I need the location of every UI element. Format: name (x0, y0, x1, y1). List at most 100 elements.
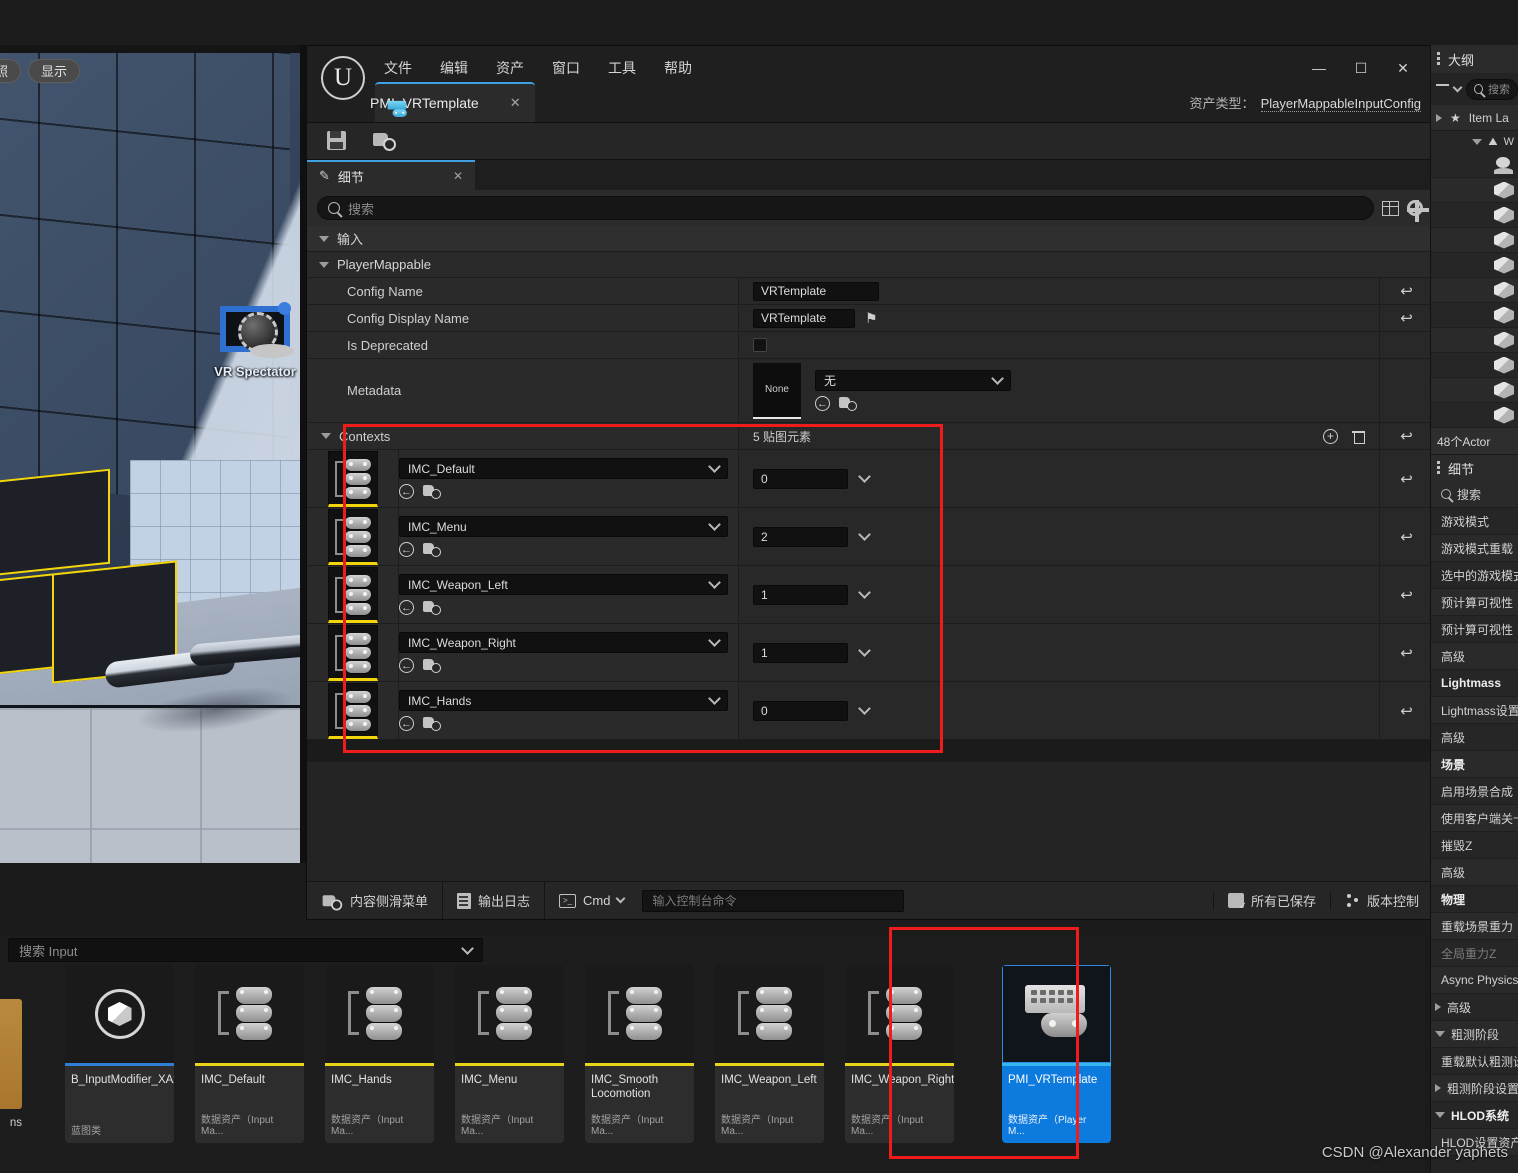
asset-tile-imc-weapon-right[interactable]: IMC_Weapon_Right 数据资产（Input Ma... (845, 965, 954, 1143)
right-prop-row[interactable]: 高级 (1431, 859, 1518, 886)
context-priority-input[interactable]: 1 (753, 584, 848, 605)
chevron-down-icon[interactable] (461, 941, 474, 955)
menu-help[interactable]: 帮助 (655, 55, 701, 81)
imc-icon[interactable] (327, 566, 378, 623)
outliner-search-input[interactable]: 搜索 (1466, 78, 1518, 100)
maximize-button[interactable]: ☐ (1341, 54, 1381, 82)
imc-icon[interactable] (327, 682, 378, 739)
asset-type-value[interactable]: PlayerMappableInputConfig (1260, 96, 1421, 112)
save-button[interactable] (325, 129, 349, 153)
outliner-actor-row[interactable] (1431, 353, 1518, 378)
details-tab-close-icon[interactable]: ✕ (453, 169, 463, 183)
right-prop-row[interactable]: 高级 (1431, 724, 1518, 751)
right-prop-row[interactable]: 场景 (1431, 751, 1518, 778)
browse-to-asset-icon[interactable] (423, 716, 441, 731)
outliner-actor-row[interactable] (1431, 403, 1518, 428)
favorite-icon[interactable]: ★ (1450, 111, 1461, 125)
asset-tile-blueprint[interactable]: B_InputModifier_XAxisPositiveOnly 蓝图类 (65, 965, 174, 1143)
use-selected-asset-icon[interactable]: ← (399, 542, 414, 557)
imc-icon[interactable] (327, 450, 378, 507)
revert-button[interactable]: ↩ (1379, 508, 1433, 565)
chevron-down-icon[interactable] (858, 470, 871, 483)
right-prop-row[interactable]: Lightmass设置 (1431, 697, 1518, 724)
menu-asset[interactable]: 资产 (487, 55, 533, 81)
browse-to-asset-icon[interactable] (423, 600, 441, 615)
browse-to-asset-icon[interactable] (423, 484, 441, 499)
config-name-input[interactable]: VRTemplate (753, 281, 879, 301)
asset-tile-imc-hands[interactable]: IMC_Hands 数据资产（Input Ma... (325, 965, 434, 1143)
tab-pmi-vrtemplate[interactable]: PMI_VRTemplate ✕ (370, 82, 535, 122)
filter-icon[interactable] (1436, 83, 1449, 95)
localization-flag-icon[interactable]: ⚑ (865, 310, 878, 327)
revert-button[interactable]: ↩ (1379, 423, 1433, 449)
revert-button[interactable]: ↩ (1379, 624, 1433, 681)
cmd-selector[interactable]: >_ Cmd (545, 882, 638, 919)
outliner-actor-row[interactable] (1431, 203, 1518, 228)
column-layout-icon[interactable] (1382, 200, 1399, 216)
outliner-actor-row[interactable] (1431, 253, 1518, 278)
chevron-right-icon[interactable] (1436, 113, 1442, 122)
revert-button[interactable]: ↩ (1379, 450, 1433, 507)
revert-button[interactable]: ↩ (1379, 682, 1433, 739)
type-sort-icon[interactable]: ⛰ (1488, 136, 1497, 149)
use-selected-asset-icon[interactable]: ← (399, 484, 414, 499)
level-viewport[interactable]: VR Spectator 照 显示 (0, 45, 308, 863)
chevron-down-icon[interactable] (1472, 139, 1483, 145)
imc-icon[interactable] (327, 624, 378, 681)
browse-to-asset-button[interactable] (373, 129, 397, 153)
use-selected-asset-icon[interactable]: ← (399, 716, 414, 731)
content-drawer-button[interactable]: 内容侧滑菜单 (307, 882, 444, 919)
revert-button[interactable]: ↩ (1379, 566, 1433, 623)
config-display-name-input[interactable]: VRTemplate (753, 308, 855, 328)
chevron-down-icon[interactable] (858, 702, 871, 715)
delete-all-icon[interactable] (1352, 429, 1365, 444)
all-saved-button[interactable]: 所有已保存 (1212, 891, 1330, 912)
is-deprecated-checkbox[interactable] (753, 338, 767, 352)
chevron-down-icon[interactable] (1452, 82, 1463, 92)
gear-icon[interactable] (1407, 200, 1429, 222)
outliner-actor-row[interactable] (1431, 328, 1518, 353)
browse-to-asset-icon[interactable] (423, 542, 441, 557)
source-control-button[interactable]: 版本控制 (1329, 891, 1433, 910)
use-selected-asset-icon[interactable]: ← (399, 658, 414, 673)
outliner-actor-row[interactable] (1431, 378, 1518, 403)
outliner-actor-row[interactable] (1431, 303, 1518, 328)
add-element-button[interactable]: + (1323, 428, 1338, 444)
category-player-mappable[interactable]: PlayerMappable (307, 252, 1433, 278)
vr-spectator-actor[interactable]: VR Spectator (207, 300, 303, 379)
right-prop-row[interactable]: Lightmass (1431, 670, 1518, 697)
right-prop-row[interactable]: 游戏模式重载 (1431, 535, 1518, 562)
context-asset-picker[interactable]: IMC_Menu (399, 516, 728, 537)
context-priority-input[interactable]: 1 (753, 642, 848, 663)
right-prop-row[interactable]: Async Physics (1431, 967, 1518, 994)
right-prop-row-expandable[interactable]: 粗测阶段设置 (1431, 1075, 1518, 1102)
tab-close-icon[interactable]: ✕ (510, 95, 521, 111)
use-selected-asset-icon[interactable]: ← (399, 600, 414, 615)
content-browser-search-input[interactable]: 搜索 Input (8, 938, 483, 962)
outliner-actor-row[interactable] (1431, 228, 1518, 253)
right-prop-row[interactable]: 启用场景合成 (1431, 778, 1518, 805)
right-prop-row[interactable]: 重载默认粗测设 (1431, 1048, 1518, 1075)
context-priority-input[interactable]: 0 (753, 468, 848, 489)
outliner-actor-row[interactable] (1431, 278, 1518, 303)
revert-button[interactable]: ↩ (1379, 305, 1433, 331)
right-prop-row-expandable[interactable]: HLOD系统 (1431, 1102, 1518, 1129)
output-log-button[interactable]: 输出日志 (443, 882, 546, 919)
tab-details[interactable]: ✎ 细节 ✕ (307, 160, 475, 190)
minimize-button[interactable]: — (1299, 54, 1339, 82)
outliner-actor-row[interactable] (1431, 153, 1518, 178)
viewport-show-button[interactable]: 显示 (28, 59, 81, 83)
panel-drag-handle-icon[interactable] (1437, 461, 1441, 475)
chevron-down-icon[interactable] (858, 528, 871, 541)
right-prop-row[interactable]: 预计算可视性 (1431, 589, 1518, 616)
asset-tile-imc-menu[interactable]: IMC_Menu 数据资产（Input Ma... (455, 965, 564, 1143)
browse-to-asset-icon[interactable] (423, 658, 441, 673)
panel-drag-handle-icon[interactable] (1437, 52, 1441, 66)
asset-tile-imc-smooth-locomotion[interactable]: IMC_Smooth Locomotion 数据资产（Input Ma... (585, 965, 694, 1143)
context-priority-input[interactable]: 2 (753, 526, 848, 547)
right-prop-row[interactable]: 全局重力Z (1431, 940, 1518, 967)
use-selected-asset-icon[interactable]: ← (815, 396, 830, 411)
asset-tile-partial[interactable]: ns (0, 965, 22, 1143)
asset-tile-pmi-vrtemplate[interactable]: PMI_VRTemplate 数据资产（Player M... (1002, 965, 1111, 1143)
console-command-input[interactable]: 输入控制台命令 (642, 889, 905, 912)
